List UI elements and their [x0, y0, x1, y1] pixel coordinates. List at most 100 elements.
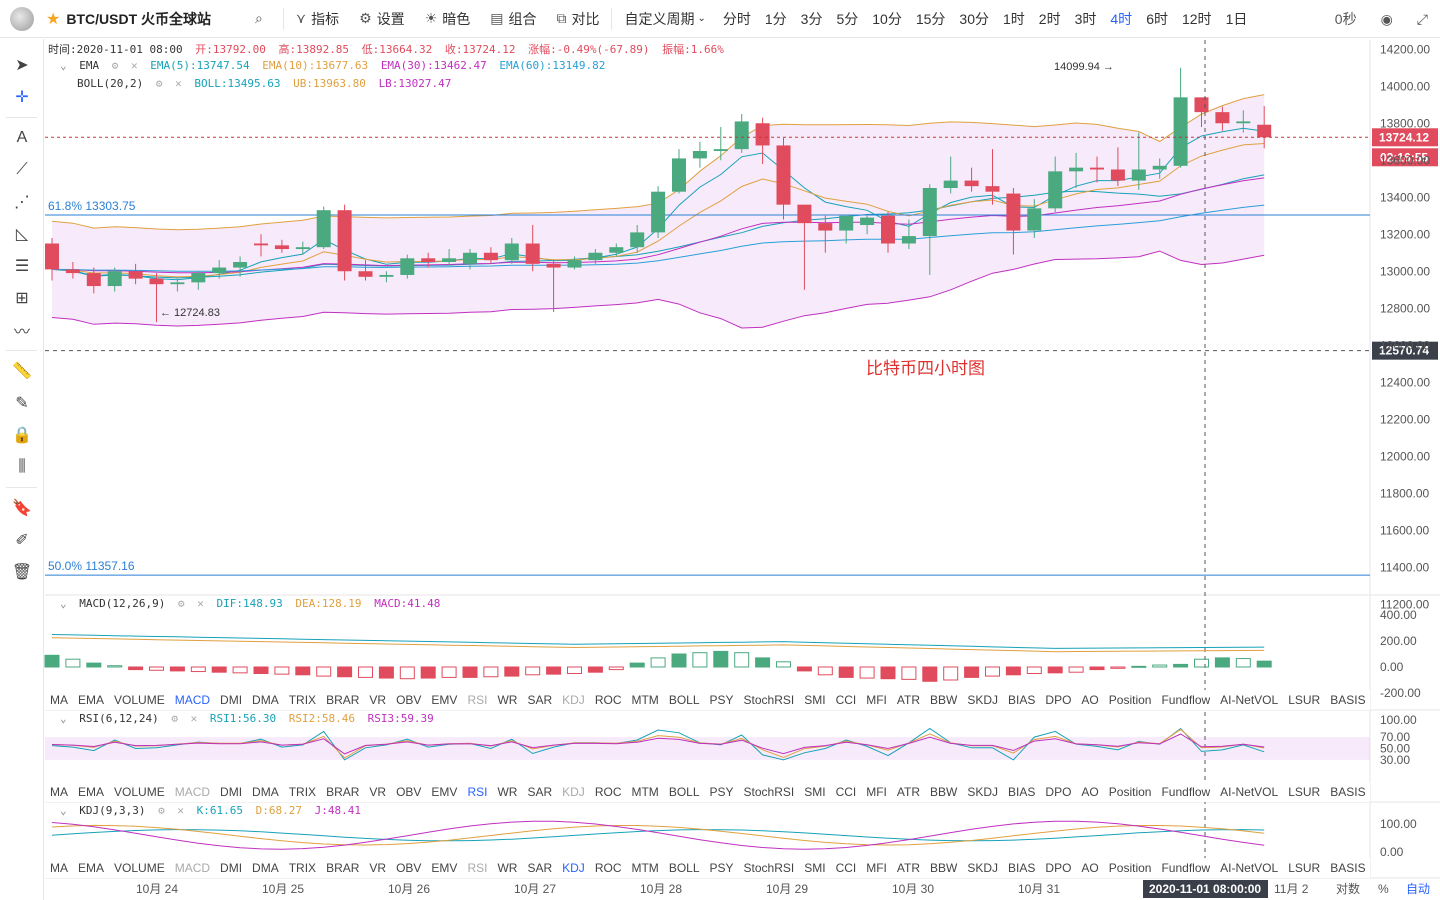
indicator-tab-volume[interactable]: VOLUME	[109, 861, 170, 875]
indicator-tab-position[interactable]: Position	[1104, 785, 1157, 799]
indicator-tab-kdj[interactable]: KDJ	[557, 693, 590, 707]
indicator-tab-boll[interactable]: BOLL	[664, 693, 705, 707]
indicator-tab-trix[interactable]: TRIX	[284, 861, 321, 875]
indicator-tab-mtm[interactable]: MTM	[626, 861, 663, 875]
indicator-tab-emv[interactable]: EMV	[426, 785, 462, 799]
indicator-tab-cci[interactable]: CCI	[831, 785, 862, 799]
settings-icon[interactable]: ⚙	[178, 597, 185, 610]
indicator-tab-stochrsi[interactable]: StochRSI	[739, 861, 800, 875]
indicator-tab-trix[interactable]: TRIX	[284, 693, 321, 707]
indicator-tab-ema[interactable]: EMA	[73, 861, 109, 875]
indicator-tab-obv[interactable]: OBV	[391, 861, 426, 875]
settings-icon[interactable]: ⚙	[156, 77, 163, 90]
indicator-tab-obv[interactable]: OBV	[391, 693, 426, 707]
indicator-tab-lsur[interactable]: LSUR	[1283, 785, 1325, 799]
indicator-tab-vr[interactable]: VR	[364, 693, 391, 707]
indicator-tab-roc[interactable]: ROC	[590, 693, 627, 707]
indicator-tab-roc[interactable]: ROC	[590, 861, 627, 875]
indicator-tab-mtm[interactable]: MTM	[626, 785, 663, 799]
indicator-tab-sar[interactable]: SAR	[522, 785, 557, 799]
indicator-tab-rsi[interactable]: RSI	[462, 785, 492, 799]
indicator-tab-bias[interactable]: BIAS	[1003, 693, 1040, 707]
indicator-tab-ma[interactable]: MA	[45, 861, 73, 875]
indicator-tab-volume[interactable]: VOLUME	[109, 785, 170, 799]
indicator-tab-fundflow[interactable]: Fundflow	[1156, 861, 1215, 875]
indicator-tab-obv[interactable]: OBV	[391, 785, 426, 799]
collapse-icon[interactable]: ⌄	[60, 804, 67, 817]
indicator-tab-sar[interactable]: SAR	[522, 861, 557, 875]
close-icon[interactable]: ✕	[197, 597, 204, 610]
indicator-tab-vr[interactable]: VR	[364, 861, 391, 875]
indicator-tab-mfi[interactable]: MFI	[861, 693, 892, 707]
close-icon[interactable]: ✕	[191, 712, 198, 725]
indicator-tab-dpo[interactable]: DPO	[1040, 693, 1076, 707]
indicator-tab-lsur[interactable]: LSUR	[1283, 693, 1325, 707]
indicator-tab-dpo[interactable]: DPO	[1040, 785, 1076, 799]
indicator-tab-dmi[interactable]: DMI	[215, 693, 247, 707]
indicator-tab-bias[interactable]: BIAS	[1003, 785, 1040, 799]
indicator-tab-dmi[interactable]: DMI	[215, 861, 247, 875]
indicator-tab-dma[interactable]: DMA	[247, 785, 284, 799]
indicator-tab-cci[interactable]: CCI	[831, 861, 862, 875]
settings-icon[interactable]: ⚙	[112, 59, 119, 72]
indicator-tab-trix[interactable]: TRIX	[284, 785, 321, 799]
collapse-icon[interactable]: ⌄	[60, 59, 67, 72]
indicator-tab-dpo[interactable]: DPO	[1040, 861, 1076, 875]
indicator-tab-psy[interactable]: PSY	[705, 861, 739, 875]
close-icon[interactable]: ✕	[131, 59, 138, 72]
indicator-tab-emv[interactable]: EMV	[426, 693, 462, 707]
indicator-tab-position[interactable]: Position	[1104, 693, 1157, 707]
indicator-tab-brar[interactable]: BRAR	[321, 785, 364, 799]
indicator-tab-volume[interactable]: VOLUME	[109, 693, 170, 707]
indicator-tab-roc[interactable]: ROC	[590, 785, 627, 799]
indicator-tab-atr[interactable]: ATR	[892, 693, 925, 707]
indicator-tab-kdj[interactable]: KDJ	[557, 861, 590, 875]
indicator-tab-bias[interactable]: BIAS	[1003, 861, 1040, 875]
indicator-tab-smi[interactable]: SMI	[799, 861, 830, 875]
indicator-tab-basis[interactable]: BASIS	[1325, 693, 1370, 707]
indicator-tab-atr[interactable]: ATR	[892, 861, 925, 875]
indicator-tab-ma[interactable]: MA	[45, 785, 73, 799]
indicator-tab-kdj[interactable]: KDJ	[557, 785, 590, 799]
indicator-tab-ao[interactable]: AO	[1076, 693, 1103, 707]
indicator-tab-sar[interactable]: SAR	[522, 693, 557, 707]
indicator-tab-smi[interactable]: SMI	[799, 785, 830, 799]
indicator-tab-fundflow[interactable]: Fundflow	[1156, 785, 1215, 799]
close-icon[interactable]: ✕	[175, 77, 182, 90]
indicator-tab-basis[interactable]: BASIS	[1325, 785, 1370, 799]
indicator-tab-emv[interactable]: EMV	[426, 861, 462, 875]
indicator-tab-ao[interactable]: AO	[1076, 785, 1103, 799]
indicator-tab-skdj[interactable]: SKDJ	[962, 861, 1003, 875]
candlestick-chart[interactable]: 61.8% 13303.75 50.0% 11357.16 14099.94 → ← …	[0, 0, 1440, 900]
indicator-tab-brar[interactable]: BRAR	[321, 861, 364, 875]
indicator-tab-boll[interactable]: BOLL	[664, 785, 705, 799]
indicator-tab-basis[interactable]: BASIS	[1325, 861, 1370, 875]
indicator-tab-macd[interactable]: MACD	[170, 785, 215, 799]
indicator-tab-position[interactable]: Position	[1104, 861, 1157, 875]
indicator-tab-macd[interactable]: MACD	[170, 693, 215, 707]
indicator-tab-psy[interactable]: PSY	[705, 693, 739, 707]
indicator-tab-cci[interactable]: CCI	[831, 693, 862, 707]
indicator-tab-dmi[interactable]: DMI	[215, 785, 247, 799]
indicator-tab-wr[interactable]: WR	[492, 785, 522, 799]
settings-icon[interactable]: ⚙	[171, 712, 178, 725]
indicator-tab-atr[interactable]: ATR	[892, 785, 925, 799]
indicator-tab-ai-netvol[interactable]: AI-NetVOL	[1215, 861, 1283, 875]
indicator-tab-ma[interactable]: MA	[45, 693, 73, 707]
indicator-tab-wr[interactable]: WR	[492, 861, 522, 875]
indicator-tab-ai-netvol[interactable]: AI-NetVOL	[1215, 693, 1283, 707]
indicator-tab-lsur[interactable]: LSUR	[1283, 861, 1325, 875]
collapse-icon[interactable]: ⌄	[60, 597, 67, 610]
indicator-tab-vr[interactable]: VR	[364, 785, 391, 799]
indicator-tab-bbw[interactable]: BBW	[925, 693, 962, 707]
indicator-tab-stochrsi[interactable]: StochRSI	[739, 785, 800, 799]
close-icon[interactable]: ✕	[177, 804, 184, 817]
indicator-tab-rsi[interactable]: RSI	[462, 693, 492, 707]
indicator-tab-stochrsi[interactable]: StochRSI	[739, 693, 800, 707]
indicator-tab-dma[interactable]: DMA	[247, 693, 284, 707]
collapse-icon[interactable]: ⌄	[60, 712, 67, 725]
indicator-tab-boll[interactable]: BOLL	[664, 861, 705, 875]
settings-icon[interactable]: ⚙	[158, 804, 165, 817]
indicator-tab-macd[interactable]: MACD	[170, 861, 215, 875]
indicator-tab-mtm[interactable]: MTM	[626, 693, 663, 707]
